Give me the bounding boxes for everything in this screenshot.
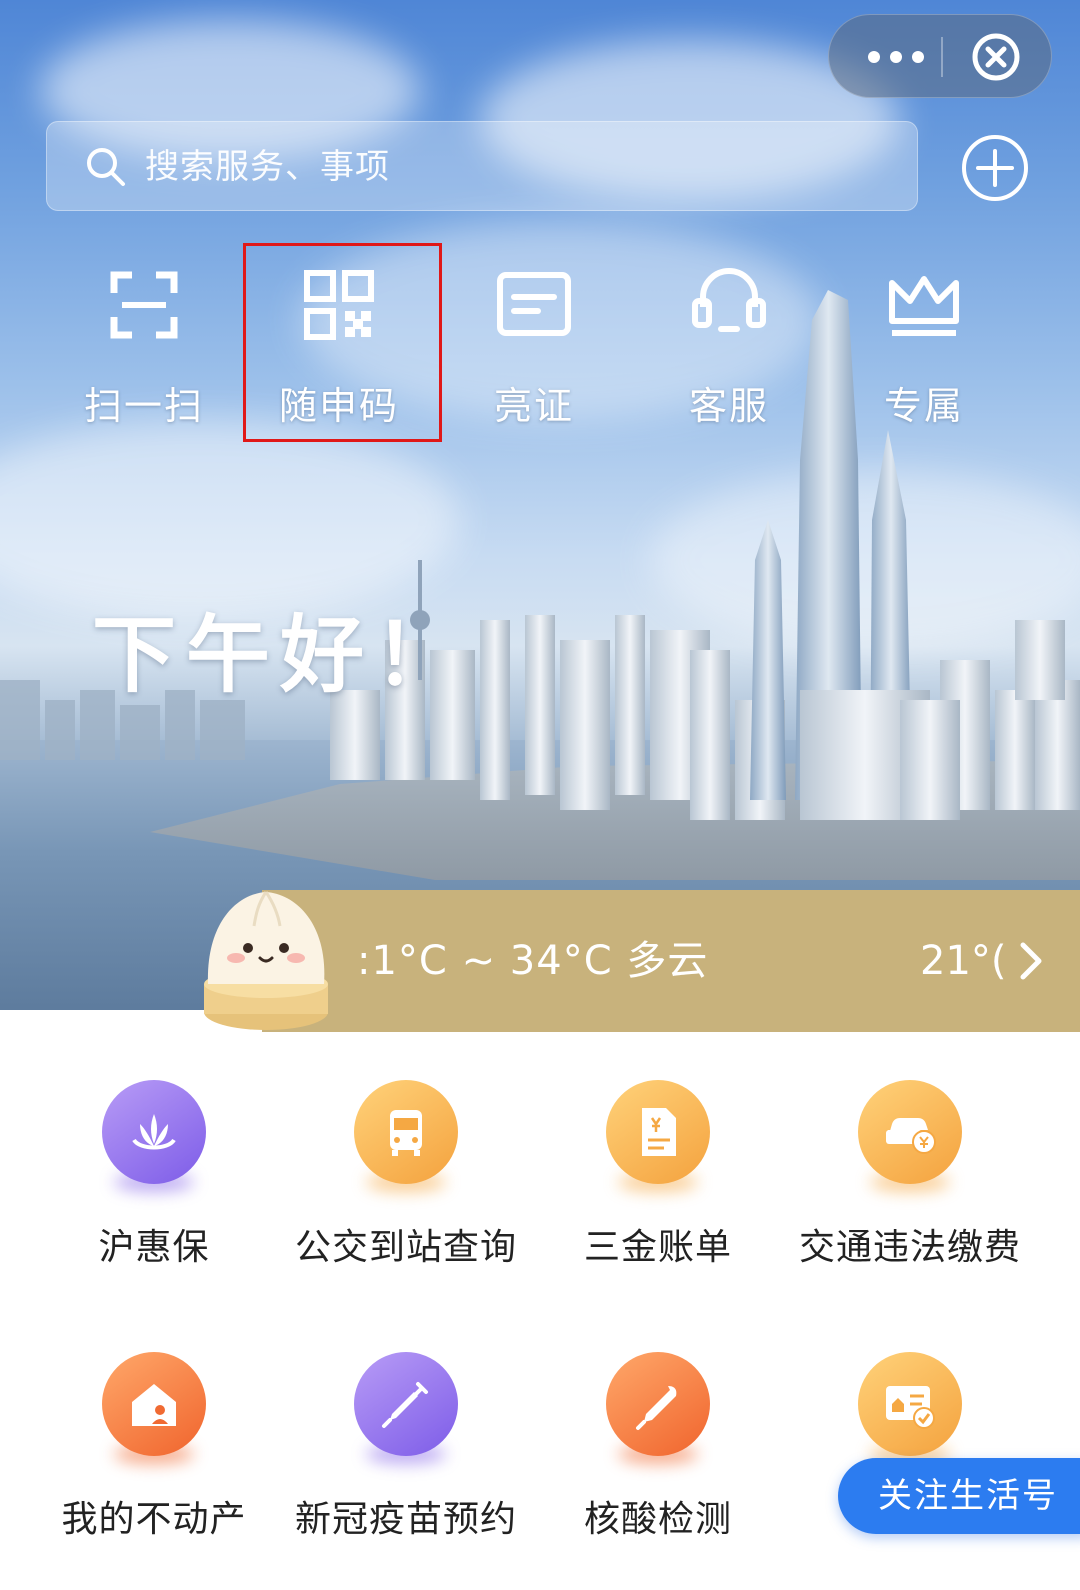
service-label: 公交到站查询 [294, 1227, 517, 1268]
residence-card-icon [886, 1386, 935, 1429]
chevron-right-icon [1020, 942, 1042, 980]
service-vaccine-booking[interactable]: 新冠疫苗预约 [278, 1304, 534, 1540]
weather-bar[interactable]: :1°C ~ 34°C 多云 21°( [262, 890, 1080, 1032]
quick-action-label: 专属 [883, 384, 964, 428]
capsule-divider [941, 37, 943, 77]
search-icon [87, 148, 125, 186]
service-icon-circle [102, 1080, 206, 1184]
service-icon-circle [354, 1352, 458, 1456]
service-label: 核酸检测 [583, 1499, 732, 1540]
service-icon-circle [606, 1352, 710, 1456]
service-bus-arrival[interactable]: 公交到站查询 [278, 1032, 534, 1268]
service-label: 沪惠保 [98, 1227, 210, 1268]
house-icon [132, 1384, 176, 1426]
service-icon-circle [606, 1080, 710, 1184]
service-icon-circle [858, 1080, 962, 1184]
quick-action-scan[interactable]: 扫一扫 [64, 265, 224, 435]
car-fine-icon [886, 1118, 936, 1154]
crown-icon [889, 276, 959, 336]
service-traffic-fine[interactable]: 交通违法缴费 [782, 1032, 1038, 1268]
follow-life-account-button[interactable]: 关注生活号 [838, 1458, 1080, 1534]
weather-range: :1°C ~ 34°C 多云 [357, 938, 709, 984]
hero-banner: 搜索服务、事项 扫一扫 随申码 亮证 客服 专属 下午好！ [0, 0, 1080, 1010]
bill-icon [642, 1108, 676, 1156]
headset-icon [692, 268, 766, 332]
service-huhuibao[interactable]: 沪惠保 [26, 1032, 282, 1268]
quick-action-show-id[interactable]: 亮证 [454, 265, 614, 435]
search-bar[interactable]: 搜索服务、事项 [46, 121, 918, 211]
service-label: 我的不动产 [61, 1499, 247, 1540]
service-label: 新冠疫苗预约 [294, 1499, 517, 1540]
quick-action-label: 亮证 [493, 384, 574, 428]
scan-icon [110, 271, 178, 339]
quick-action-label: 客服 [688, 384, 769, 428]
highlight-box [243, 243, 442, 442]
quick-action-label: 扫一扫 [83, 384, 204, 428]
test-swab-icon [636, 1386, 677, 1430]
service-three-funds-bill[interactable]: 三金账单 [530, 1032, 786, 1268]
quick-action-service[interactable]: 客服 [649, 265, 809, 435]
service-icon-circle [102, 1352, 206, 1456]
id-card-icon [497, 272, 571, 336]
weather-current-temp: 21°( [920, 938, 1007, 984]
service-label: 三金账单 [583, 1227, 732, 1268]
service-icon-circle [858, 1352, 962, 1456]
search-placeholder: 搜索服务、事项 [145, 147, 390, 187]
lotus-icon [132, 1114, 176, 1150]
service-icon-circle [354, 1080, 458, 1184]
service-nucleic-test[interactable]: 核酸检测 [530, 1304, 786, 1540]
more-dots-icon[interactable] [853, 15, 939, 99]
bus-icon [390, 1110, 422, 1156]
service-my-property[interactable]: 我的不动产 [26, 1304, 282, 1540]
quick-action-exclusive[interactable]: 专属 [844, 265, 1004, 435]
greeting-text: 下午好！ [92, 606, 469, 704]
service-label: 交通违法缴费 [798, 1227, 1021, 1268]
close-circle-icon[interactable] [968, 29, 1024, 85]
mini-program-capsule [828, 14, 1052, 98]
syringe-icon [382, 1382, 428, 1428]
xiaolongbao-mascot [204, 891, 328, 1030]
plus-circle-icon[interactable] [960, 133, 1030, 203]
